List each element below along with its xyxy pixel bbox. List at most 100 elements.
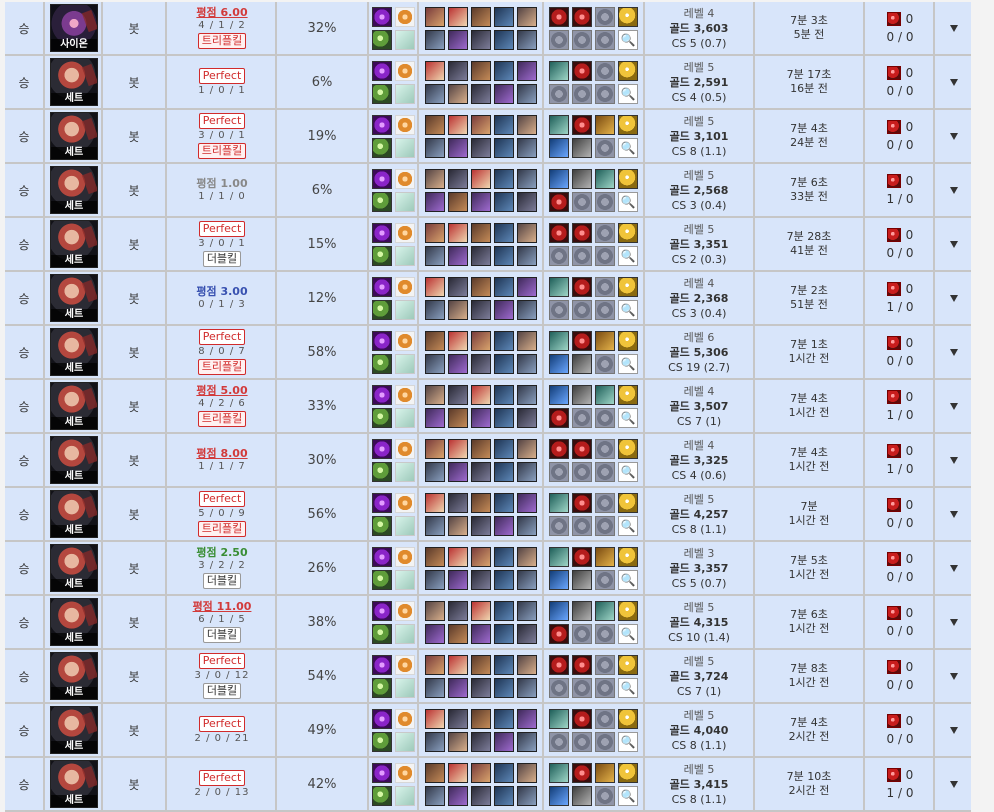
teammate-champion-icon[interactable]	[470, 384, 491, 405]
teammate-champion-icon[interactable]	[424, 222, 445, 243]
teammate-champion-icon[interactable]	[516, 191, 537, 212]
champion-portrait[interactable]: 세트	[50, 490, 98, 538]
teammate-champion-icon[interactable]	[424, 330, 445, 351]
expand-row-button[interactable]	[937, 758, 971, 810]
teammate-champion-icon[interactable]	[493, 353, 514, 374]
teammate-champion-icon[interactable]	[470, 83, 491, 104]
teammate-champion-icon[interactable]	[424, 762, 445, 783]
teammate-champion-icon[interactable]	[470, 114, 491, 135]
teammate-champion-icon[interactable]	[516, 407, 537, 428]
champion-cell[interactable]: 세트	[47, 272, 103, 324]
champion-portrait[interactable]: 사이온	[50, 4, 98, 52]
teammate-champion-icon[interactable]	[470, 654, 491, 675]
teammate-champion-icon[interactable]	[447, 6, 468, 27]
teammate-champion-icon[interactable]	[470, 438, 491, 459]
match-row[interactable]: 승 세트 봇 Perfect 2 / 0 / 13 42% 🔍 레벨 5 골드 …	[5, 758, 971, 812]
teammate-champion-icon[interactable]	[424, 353, 445, 374]
teammate-champion-icon[interactable]	[424, 137, 445, 158]
teammate-champion-icon[interactable]	[470, 60, 491, 81]
champion-portrait[interactable]: 세트	[50, 598, 98, 646]
teammate-champion-icon[interactable]	[516, 384, 537, 405]
teammate-champion-icon[interactable]	[493, 245, 514, 266]
teammate-champion-icon[interactable]	[493, 60, 514, 81]
teammate-champion-icon[interactable]	[424, 515, 445, 536]
teammate-champion-icon[interactable]	[493, 137, 514, 158]
teammate-champion-icon[interactable]	[516, 60, 537, 81]
teammate-champion-icon[interactable]	[447, 222, 468, 243]
champion-portrait[interactable]: 세트	[50, 382, 98, 430]
teammate-champion-icon[interactable]	[516, 114, 537, 135]
teammate-champion-icon[interactable]	[424, 623, 445, 644]
teammate-champion-icon[interactable]	[447, 191, 468, 212]
teammate-champion-icon[interactable]	[493, 600, 514, 621]
champion-cell[interactable]: 세트	[47, 380, 103, 432]
teammate-champion-icon[interactable]	[447, 353, 468, 374]
teammate-champion-icon[interactable]	[470, 569, 491, 590]
teammate-champion-icon[interactable]	[447, 384, 468, 405]
teammate-champion-icon[interactable]	[516, 299, 537, 320]
teammate-champion-icon[interactable]	[447, 168, 468, 189]
teammate-champion-icon[interactable]	[447, 276, 468, 297]
teammate-champion-icon[interactable]	[470, 515, 491, 536]
teammate-champion-icon[interactable]	[493, 623, 514, 644]
match-row[interactable]: 승 사이온 봇 평점 6.00 4 / 1 / 2 트리플킬 32% 🔍 레벨 …	[5, 2, 971, 56]
teammate-champion-icon[interactable]	[470, 168, 491, 189]
teammate-champion-icon[interactable]	[493, 191, 514, 212]
expand-row-button[interactable]	[937, 380, 971, 432]
champion-portrait[interactable]: 세트	[50, 274, 98, 322]
match-row[interactable]: 승 세트 봇 Perfect 3 / 0 / 1 트리플킬 19% 🔍 레벨 5…	[5, 110, 971, 164]
search-icon[interactable]: 🔍	[618, 191, 638, 212]
expand-row-button[interactable]	[937, 596, 971, 648]
expand-row-button[interactable]	[937, 542, 971, 594]
teammate-champion-icon[interactable]	[470, 6, 491, 27]
champion-cell[interactable]: 세트	[47, 56, 103, 108]
teammate-champion-icon[interactable]	[493, 762, 514, 783]
teammate-champion-icon[interactable]	[447, 515, 468, 536]
champion-portrait[interactable]: 세트	[50, 436, 98, 484]
match-row[interactable]: 승 세트 봇 평점 2.50 3 / 2 / 2 더블킬 26% 🔍 레벨 3 …	[5, 542, 971, 596]
teammate-champion-icon[interactable]	[493, 546, 514, 567]
teammate-champion-icon[interactable]	[424, 569, 445, 590]
teammate-champion-icon[interactable]	[493, 276, 514, 297]
match-row[interactable]: 승 세트 봇 평점 1.00 1 / 1 / 0 6% 🔍 레벨 5 골드 2,…	[5, 164, 971, 218]
match-row[interactable]: 승 세트 봇 평점 5.00 4 / 2 / 6 트리플킬 33% 🔍 레벨 4…	[5, 380, 971, 434]
teammate-champion-icon[interactable]	[424, 6, 445, 27]
teammate-champion-icon[interactable]	[516, 6, 537, 27]
teammate-champion-icon[interactable]	[447, 83, 468, 104]
teammate-champion-icon[interactable]	[516, 222, 537, 243]
teammate-champion-icon[interactable]	[516, 492, 537, 513]
teammate-champion-icon[interactable]	[447, 114, 468, 135]
champion-cell[interactable]: 세트	[47, 704, 103, 756]
teammate-champion-icon[interactable]	[424, 276, 445, 297]
teammate-champion-icon[interactable]	[424, 60, 445, 81]
teammate-champion-icon[interactable]	[447, 569, 468, 590]
teammate-champion-icon[interactable]	[470, 461, 491, 482]
teammate-champion-icon[interactable]	[516, 29, 537, 50]
teammate-champion-icon[interactable]	[516, 83, 537, 104]
teammate-champion-icon[interactable]	[470, 276, 491, 297]
search-icon[interactable]: 🔍	[618, 407, 638, 428]
match-row[interactable]: 승 세트 봇 평점 11.00 6 / 1 / 5 더블킬 38% 🔍 레벨 5…	[5, 596, 971, 650]
teammate-champion-icon[interactable]	[493, 438, 514, 459]
teammate-champion-icon[interactable]	[470, 353, 491, 374]
search-icon[interactable]: 🔍	[618, 83, 638, 104]
search-icon[interactable]: 🔍	[618, 569, 638, 590]
teammate-champion-icon[interactable]	[424, 245, 445, 266]
search-icon[interactable]: 🔍	[618, 299, 638, 320]
teammate-champion-icon[interactable]	[470, 137, 491, 158]
teammate-champion-icon[interactable]	[447, 623, 468, 644]
teammate-champion-icon[interactable]	[424, 546, 445, 567]
teammate-champion-icon[interactable]	[424, 407, 445, 428]
teammate-champion-icon[interactable]	[470, 731, 491, 752]
teammate-champion-icon[interactable]	[493, 114, 514, 135]
teammate-champion-icon[interactable]	[516, 569, 537, 590]
champion-portrait[interactable]: 세트	[50, 112, 98, 160]
match-row[interactable]: 승 세트 봇 Perfect 5 / 0 / 9 트리플킬 56% 🔍 레벨 5…	[5, 488, 971, 542]
teammate-champion-icon[interactable]	[516, 461, 537, 482]
teammate-champion-icon[interactable]	[516, 708, 537, 729]
teammate-champion-icon[interactable]	[447, 245, 468, 266]
champion-portrait[interactable]: 세트	[50, 544, 98, 592]
search-icon[interactable]: 🔍	[618, 461, 638, 482]
teammate-champion-icon[interactable]	[447, 654, 468, 675]
teammate-champion-icon[interactable]	[447, 299, 468, 320]
